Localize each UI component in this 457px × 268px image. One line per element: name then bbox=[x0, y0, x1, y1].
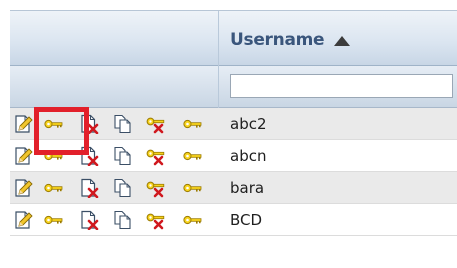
edit-icon[interactable] bbox=[13, 210, 33, 230]
edit-icon[interactable] bbox=[13, 114, 33, 134]
copy-icon[interactable] bbox=[113, 178, 133, 198]
delete-key-icon[interactable] bbox=[145, 210, 165, 230]
key-icon[interactable] bbox=[43, 210, 63, 230]
delete-key-icon[interactable] bbox=[145, 114, 165, 134]
delete-key-icon[interactable] bbox=[145, 146, 165, 166]
column-header-row: Username bbox=[10, 10, 457, 67]
sort-ascending-icon[interactable] bbox=[334, 36, 350, 46]
delete-document-icon[interactable] bbox=[79, 178, 99, 198]
table-row: bara bbox=[10, 172, 457, 204]
key-icon[interactable] bbox=[182, 146, 202, 166]
username-cell: abc2 bbox=[230, 115, 267, 133]
username-column-header[interactable]: Username bbox=[230, 30, 325, 50]
key-icon[interactable] bbox=[182, 114, 202, 134]
key-icon[interactable] bbox=[182, 178, 202, 198]
key-icon[interactable] bbox=[43, 178, 63, 198]
filter-row bbox=[10, 66, 457, 108]
edit-icon[interactable] bbox=[13, 146, 33, 166]
username-cell: bara bbox=[230, 179, 265, 197]
table-row: BCD bbox=[10, 204, 457, 236]
username-filter-input[interactable] bbox=[230, 74, 453, 98]
key-icon[interactable] bbox=[182, 210, 202, 230]
copy-icon[interactable] bbox=[113, 210, 133, 230]
copy-icon[interactable] bbox=[113, 114, 133, 134]
delete-key-icon[interactable] bbox=[145, 178, 165, 198]
delete-document-icon[interactable] bbox=[79, 210, 99, 230]
users-grid: Username abc2 abcn bara BCD bbox=[10, 10, 457, 268]
highlight-box bbox=[34, 107, 89, 155]
edit-icon[interactable] bbox=[13, 178, 33, 198]
username-cell: BCD bbox=[230, 211, 263, 229]
column-divider bbox=[218, 11, 219, 67]
copy-icon[interactable] bbox=[113, 146, 133, 166]
username-cell: abcn bbox=[230, 147, 267, 165]
column-divider bbox=[218, 66, 219, 108]
